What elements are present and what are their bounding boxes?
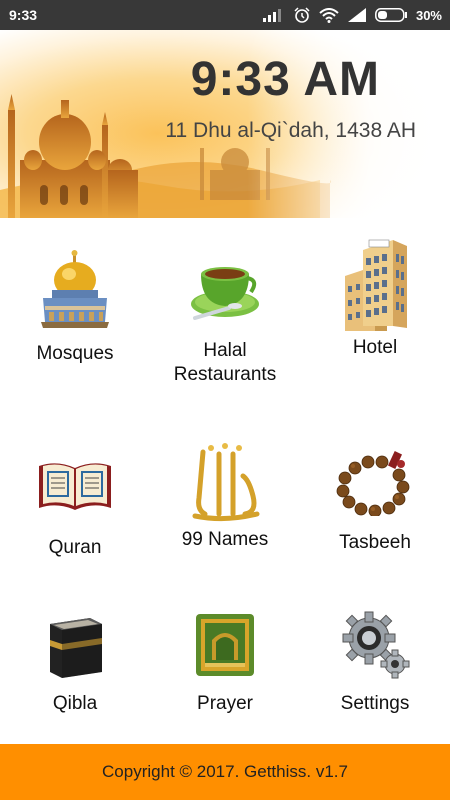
menu-item-qibla[interactable]: Qibla xyxy=(0,610,150,716)
menu-label-quran: Quran xyxy=(48,537,102,558)
alarm-icon xyxy=(294,7,310,23)
wifi-icon xyxy=(319,7,339,23)
tea-cup-icon xyxy=(191,267,259,320)
copyright-text: Copyright © 2017. Getthiss. v1.7 xyxy=(102,762,348,781)
menu-item-prayer[interactable]: Prayer xyxy=(150,610,300,716)
battery-percent: 30% xyxy=(415,7,442,23)
menu-item-mosques[interactable]: Mosques xyxy=(0,250,150,366)
menu-label-mosques: Mosques xyxy=(36,343,114,364)
mosque-icon xyxy=(41,250,109,328)
hijri-date: 11 Dhu al-Qi`dah, 1438 AH xyxy=(165,119,416,142)
footer-bar: Copyright © 2017. Getthiss. v1.7 xyxy=(0,744,450,800)
status-icons: 30% xyxy=(262,7,442,23)
menu-label-hotel: Hotel xyxy=(352,337,398,358)
menu-label-tasbeeh: Tasbeeh xyxy=(339,532,411,553)
menu-label-qibla: Qibla xyxy=(52,693,98,714)
menu-label-99-names: 99 Names xyxy=(181,529,269,550)
menu-label-halal-restaurants: Halal Restaurants xyxy=(173,340,277,385)
menu-label-settings: Settings xyxy=(340,693,410,714)
allah-calligraphy-icon xyxy=(192,443,260,522)
kaaba-icon xyxy=(50,618,102,678)
current-time: 9:33 AM xyxy=(190,53,380,106)
prayer-mat-icon xyxy=(196,614,254,676)
main-menu-grid: Mosques Halal Restaurants Hotel Quran 99… xyxy=(0,218,450,744)
status-bar: 9:33 30% xyxy=(0,0,450,30)
header-banner: 9:33 AM 11 Dhu al-Qi`dah, 1438 AH xyxy=(0,30,450,218)
prayer-beads-icon xyxy=(336,451,410,516)
cell-signal-icon xyxy=(347,8,366,22)
battery-icon xyxy=(375,8,407,22)
menu-label-prayer: Prayer xyxy=(197,693,253,714)
menu-item-halal-restaurants[interactable]: Halal Restaurants xyxy=(150,258,300,387)
hotel-building-icon xyxy=(345,239,407,331)
menu-item-hotel[interactable]: Hotel xyxy=(300,236,450,360)
gears-icon xyxy=(342,611,410,679)
menu-item-tasbeeh[interactable]: Tasbeeh xyxy=(300,450,450,555)
signal-icon xyxy=(262,9,281,22)
menu-item-settings[interactable]: Settings xyxy=(300,608,450,716)
open-quran-icon xyxy=(39,463,111,510)
menu-item-quran[interactable]: Quran xyxy=(0,456,150,560)
status-time: 9:33 xyxy=(9,7,38,23)
menu-item-99-names[interactable]: 99 Names xyxy=(150,440,300,552)
